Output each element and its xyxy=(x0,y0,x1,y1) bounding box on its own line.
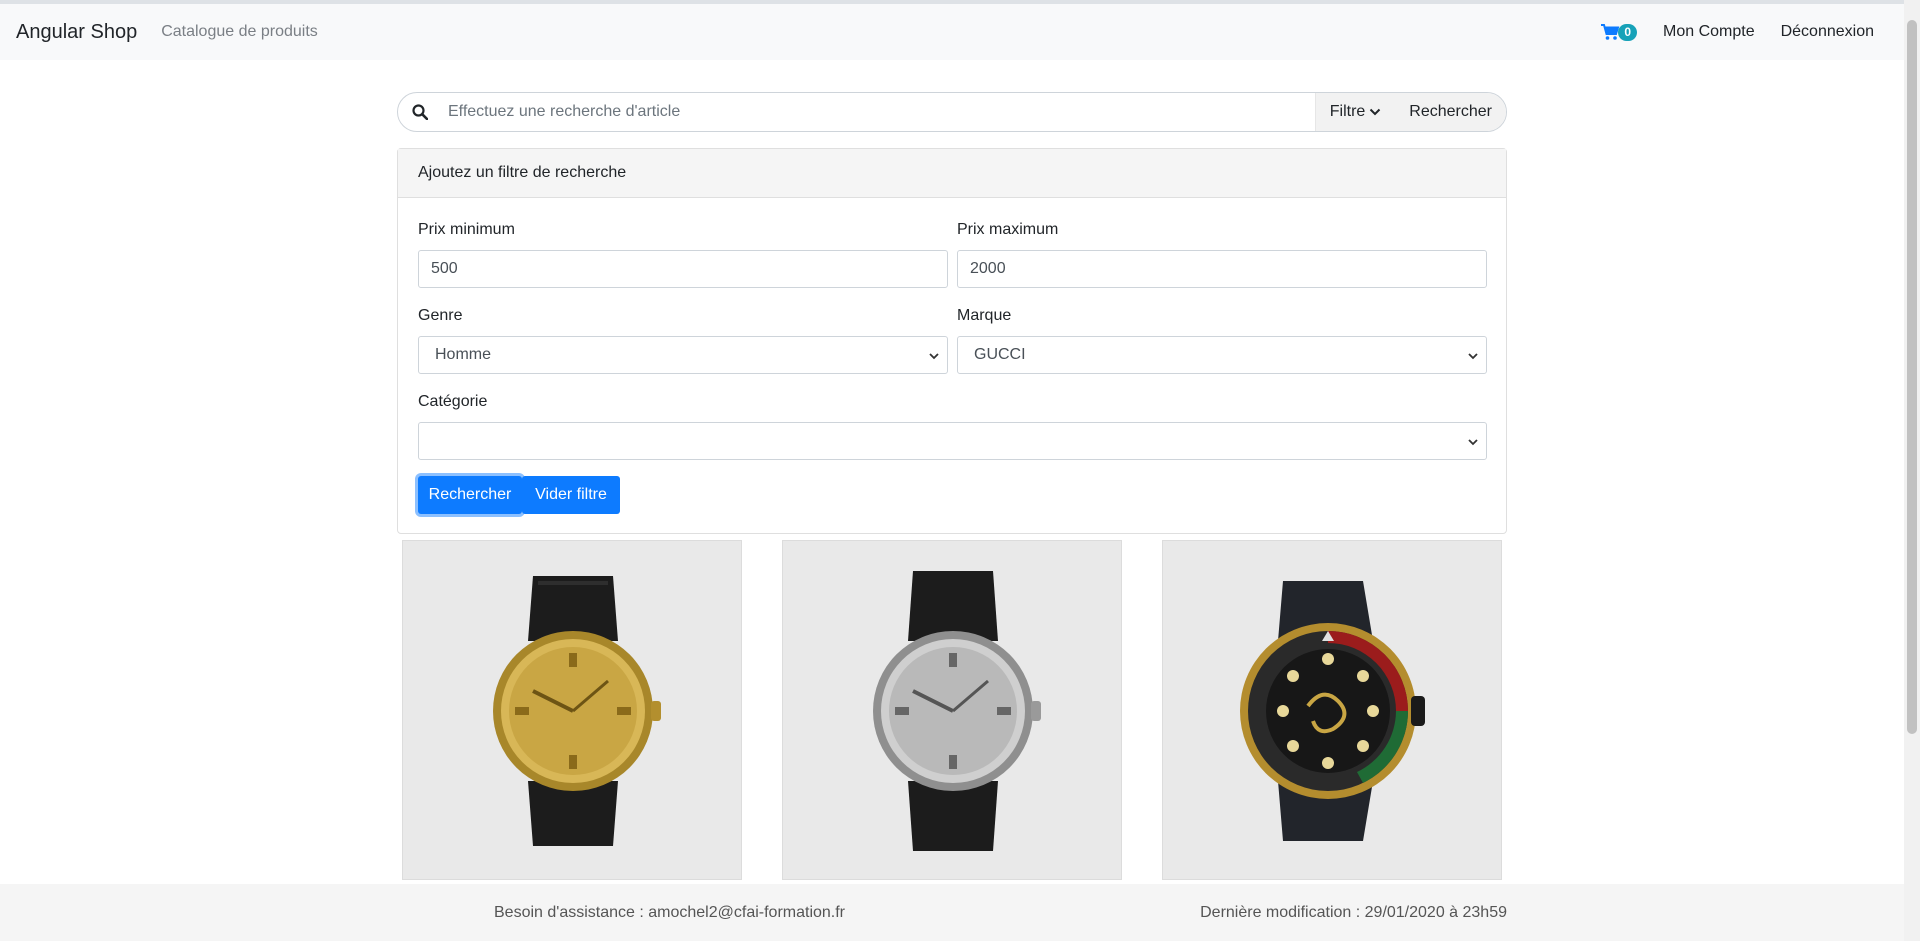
chevron-down-icon xyxy=(1370,108,1381,116)
page-scrollbar[interactable] xyxy=(1904,0,1920,941)
max-price-label: Prix maximum xyxy=(957,221,1059,238)
min-price-label: Prix minimum xyxy=(418,221,515,238)
product-image-diver-watch xyxy=(1240,581,1425,841)
nav-catalogue-link[interactable]: Catalogue de produits xyxy=(161,23,318,41)
chevron-down-icon xyxy=(1468,439,1478,446)
search-icon xyxy=(398,104,442,120)
navbar: Angular Shop Catalogue de produits 0 Mon… xyxy=(0,4,1904,60)
cart-button[interactable]: 0 xyxy=(1600,23,1637,41)
chevron-down-icon xyxy=(1468,353,1478,360)
max-price-input[interactable]: 2000 xyxy=(957,250,1487,288)
search-bar: Filtre Rechercher xyxy=(397,92,1507,132)
min-price-input[interactable]: 500 xyxy=(418,250,948,288)
clear-filter-button[interactable]: Vider filtre xyxy=(522,476,620,514)
last-modified: Dernière modification : 29/01/2020 à 23h… xyxy=(1200,903,1507,921)
search-input[interactable] xyxy=(442,93,1315,131)
search-button[interactable]: Rechercher xyxy=(1395,93,1506,131)
support-contact: Besoin d'assistance : amochel2@cfai-form… xyxy=(494,903,846,921)
product-image-gold-watch xyxy=(493,576,661,846)
brand-label: Marque xyxy=(957,307,1012,324)
gender-select[interactable]: Homme xyxy=(418,336,948,374)
filter-panel-header: Ajoutez un filtre de recherche xyxy=(398,149,1506,198)
gender-label: Genre xyxy=(418,307,463,324)
brand-selected: GUCCI xyxy=(974,346,1026,363)
filter-panel: Ajoutez un filtre de recherche Prix mini… xyxy=(397,148,1507,534)
product-card[interactable] xyxy=(782,540,1122,880)
account-link[interactable]: Mon Compte xyxy=(1663,23,1755,41)
category-label: Catégorie xyxy=(418,393,488,410)
chevron-down-icon xyxy=(929,353,939,360)
product-card[interactable] xyxy=(402,540,742,880)
category-select[interactable] xyxy=(418,422,1487,460)
filter-submit-button[interactable]: Rechercher xyxy=(418,476,522,514)
logout-link[interactable]: Déconnexion xyxy=(1781,23,1874,41)
cart-icon xyxy=(1601,24,1620,40)
cart-count-badge: 0 xyxy=(1618,23,1637,41)
brand-select[interactable]: GUCCI xyxy=(957,336,1487,374)
nav-right: 0 Mon Compte Déconnexion xyxy=(1600,23,1888,41)
brand-link[interactable]: Angular Shop xyxy=(16,21,137,44)
product-image-silver-watch xyxy=(873,571,1041,851)
product-card[interactable] xyxy=(1162,540,1502,880)
scrollbar-thumb[interactable] xyxy=(1907,20,1917,734)
filter-label: Filtre xyxy=(1329,103,1366,120)
footer: Besoin d'assistance : amochel2@cfai-form… xyxy=(0,884,1904,941)
filter-dropdown-button[interactable]: Filtre xyxy=(1314,93,1396,131)
gender-selected: Homme xyxy=(435,346,492,363)
